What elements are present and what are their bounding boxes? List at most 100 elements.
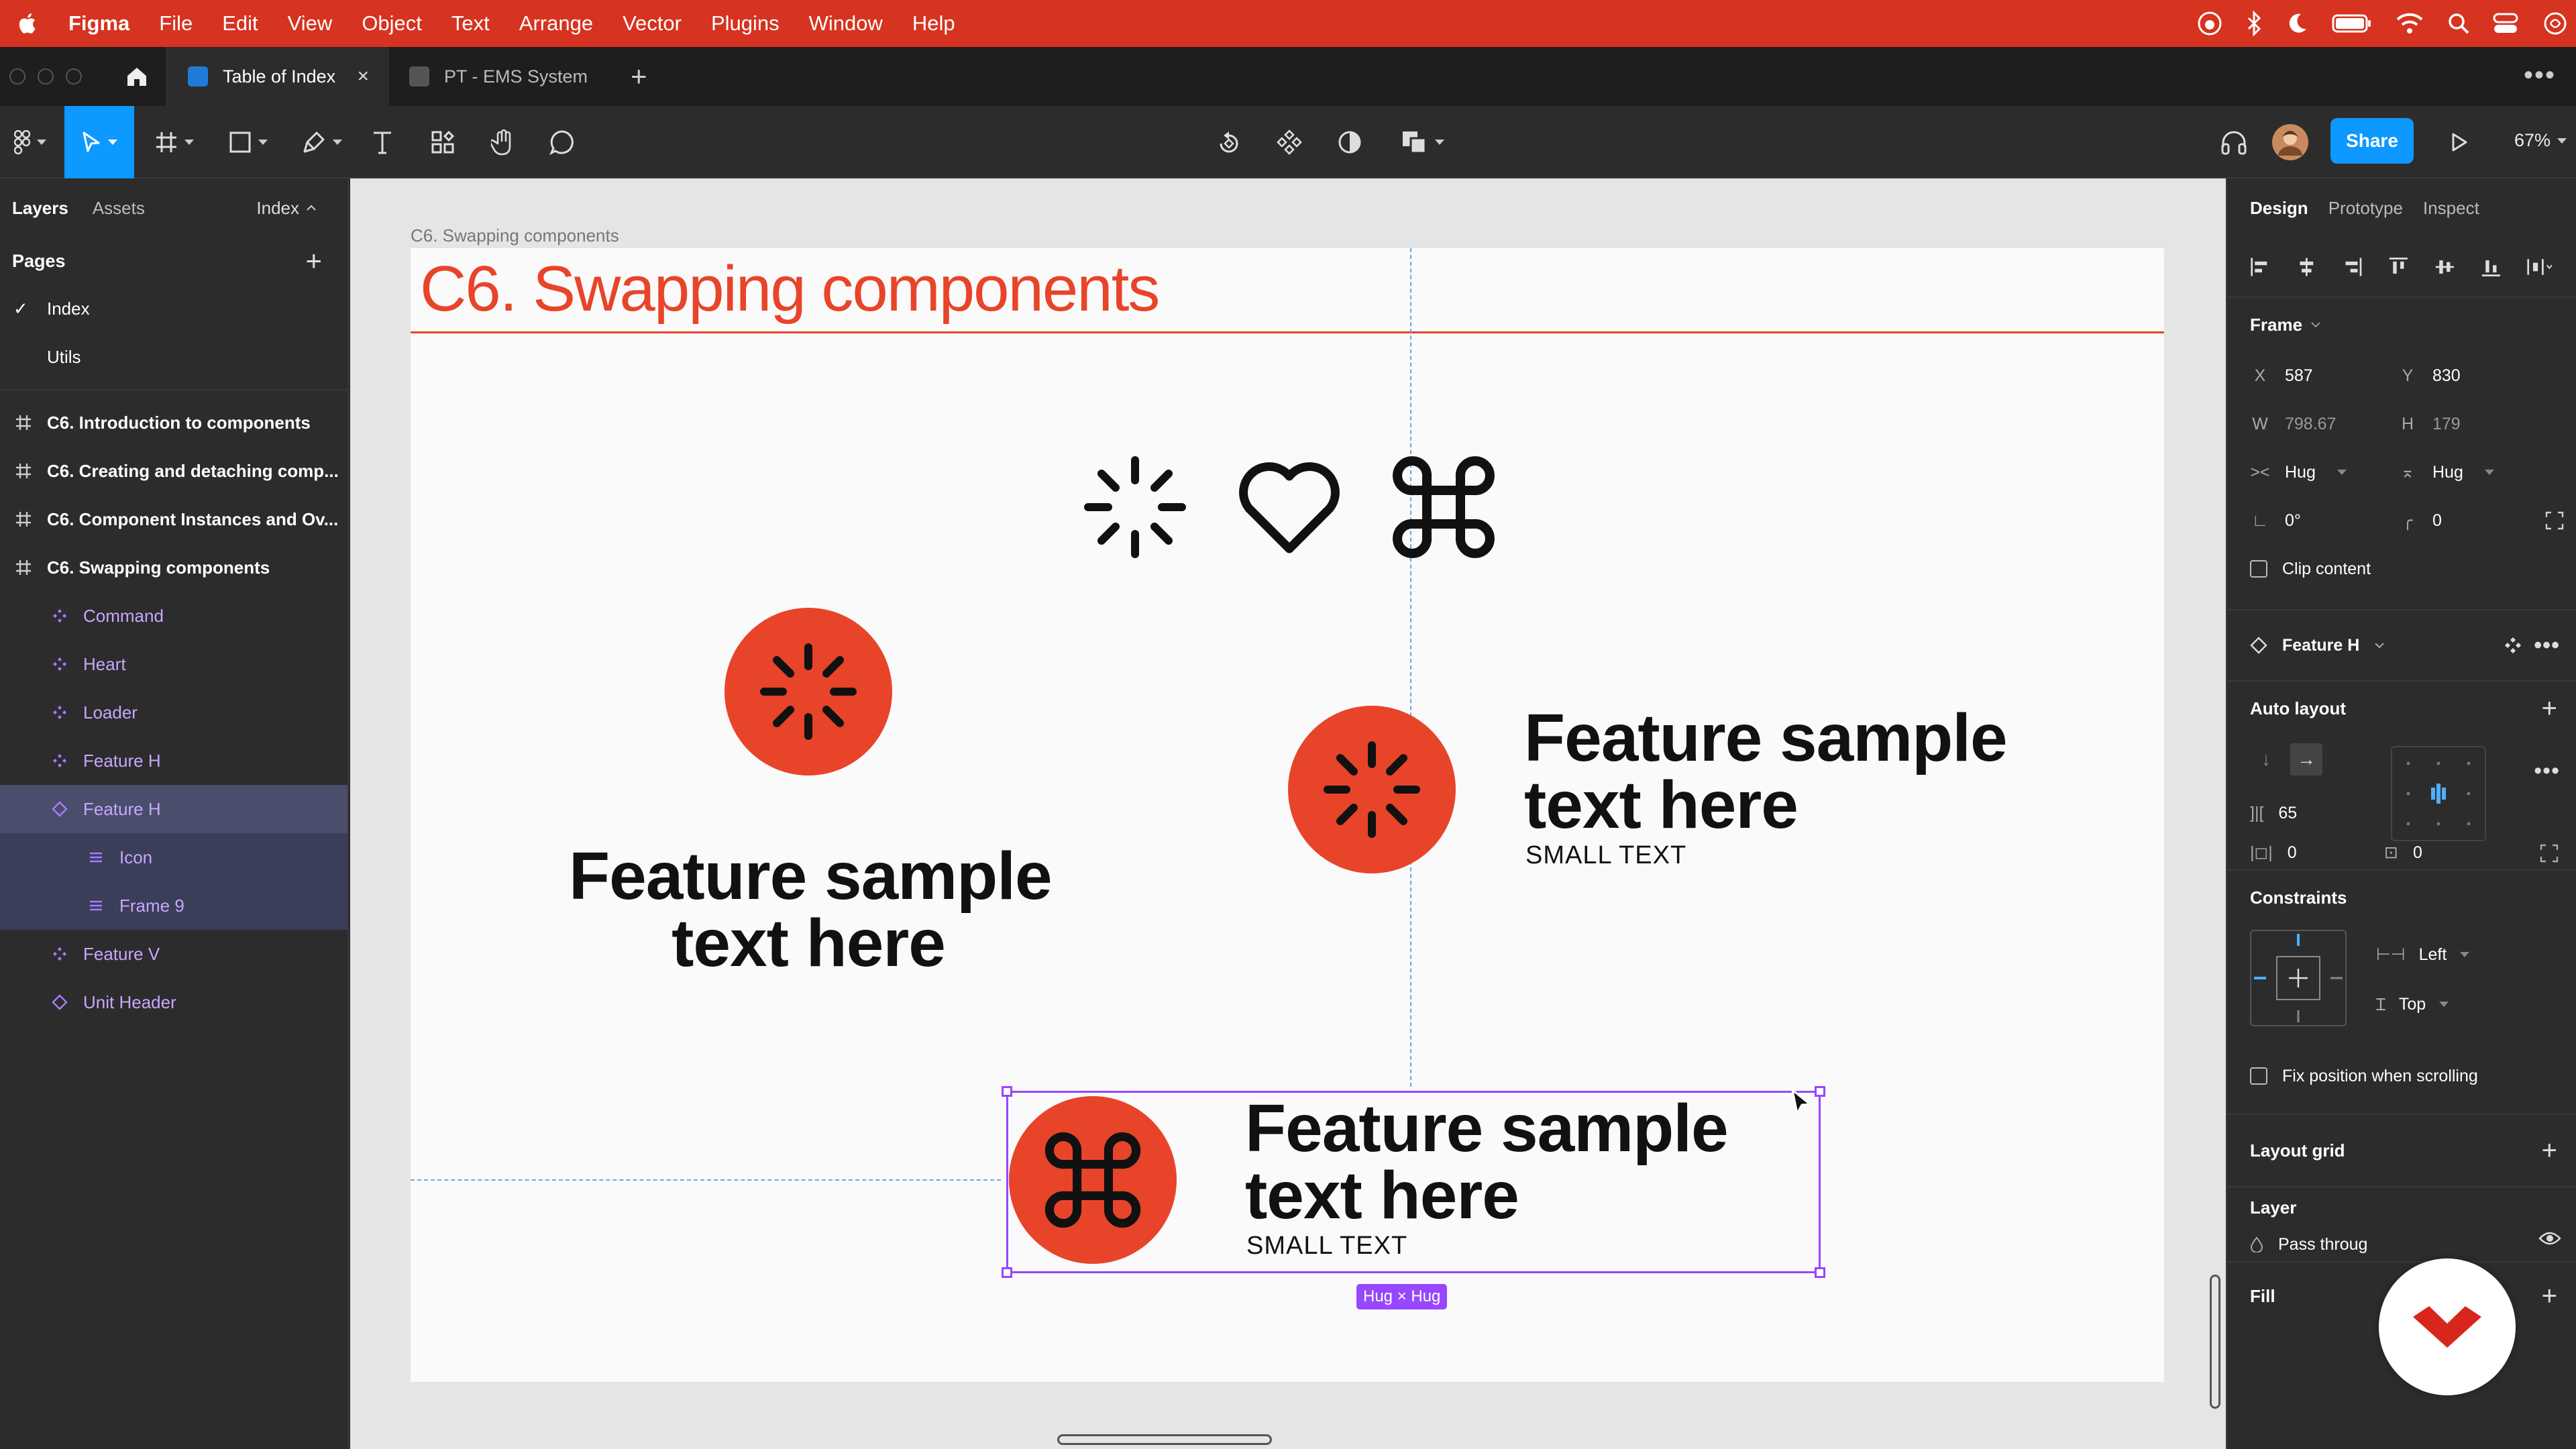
zoom-window-button[interactable] bbox=[66, 68, 82, 85]
visibility-eye-icon[interactable] bbox=[2538, 1230, 2561, 1246]
width-field[interactable]: W 798.67 bbox=[2250, 400, 2398, 448]
add-layout-grid-button[interactable]: + bbox=[2542, 1136, 2557, 1166]
layer-component-feature-h[interactable]: Feature H bbox=[0, 737, 347, 785]
menu-plugins[interactable]: Plugins bbox=[696, 11, 794, 36]
audio-chat-button[interactable] bbox=[2214, 106, 2254, 178]
layer-component-loader[interactable]: Loader bbox=[0, 688, 347, 737]
zoom-dropdown[interactable]: 67% bbox=[2514, 130, 2567, 151]
layer-child-frame-9[interactable]: Frame 9 bbox=[0, 881, 347, 930]
layer-component-feature-v[interactable]: Feature V bbox=[0, 930, 347, 978]
feature-v-title[interactable]: Feature sample text here bbox=[569, 843, 1053, 977]
layer-frame-instances[interactable]: C6. Component Instances and Ov... bbox=[0, 495, 347, 543]
alignment-grid[interactable] bbox=[2391, 746, 2486, 841]
blend-mode-dropdown[interactable]: Pass throug bbox=[2227, 1228, 2576, 1261]
pen-tool-button[interactable] bbox=[288, 106, 356, 178]
creative-cloud-icon[interactable] bbox=[2196, 10, 2223, 37]
feature-h-title[interactable]: Feature sample text here bbox=[1524, 704, 2008, 839]
create-component-button[interactable] bbox=[1269, 106, 1309, 178]
wifi-icon[interactable] bbox=[2395, 11, 2424, 36]
apple-icon[interactable] bbox=[0, 0, 54, 47]
spotlight-search-icon[interactable] bbox=[2447, 12, 2470, 35]
layer-component-command[interactable]: Command bbox=[0, 592, 347, 640]
layer-instance-unit-header[interactable]: Unit Header bbox=[0, 978, 347, 1026]
selection-box[interactable] bbox=[1002, 1086, 1825, 1278]
tab-layers[interactable]: Layers bbox=[12, 198, 68, 219]
reset-instance-button[interactable] bbox=[1209, 106, 1249, 178]
tab-pt-ems-system[interactable]: PT - EMS System bbox=[389, 47, 610, 106]
text-tool-button[interactable] bbox=[362, 106, 402, 178]
go-to-main-component-icon[interactable] bbox=[2504, 636, 2522, 655]
resize-handle-bl[interactable] bbox=[1002, 1267, 1012, 1278]
tab-table-of-index[interactable]: Table of Index × bbox=[168, 47, 389, 106]
home-button[interactable] bbox=[107, 47, 168, 106]
boolean-groups-button[interactable] bbox=[1393, 106, 1453, 178]
layer-instance-feature-h-selected[interactable]: Feature H bbox=[0, 785, 347, 833]
vertical-resizing-dropdown[interactable]: ⌅ Hug bbox=[2398, 448, 2545, 496]
minimize-window-button[interactable] bbox=[38, 68, 54, 85]
add-page-button[interactable]: + bbox=[305, 245, 322, 277]
instance-more-icon[interactable]: ••• bbox=[2534, 633, 2560, 659]
frame-tool-button[interactable] bbox=[141, 106, 208, 178]
resources-tool-button[interactable] bbox=[423, 106, 463, 178]
dark-mode-icon[interactable] bbox=[2285, 11, 2309, 36]
resizing-toggle-icon[interactable] bbox=[2540, 844, 2559, 863]
layer-frame-creating[interactable]: C6. Creating and detaching comp... bbox=[0, 447, 347, 495]
vertical-scrollbar[interactable] bbox=[2210, 1275, 2220, 1409]
bluetooth-icon[interactable] bbox=[2246, 10, 2262, 37]
frame-section-header[interactable]: Frame bbox=[2227, 298, 2576, 352]
mask-button[interactable] bbox=[1330, 106, 1370, 178]
clip-content-row[interactable]: Clip content bbox=[2227, 545, 2576, 593]
horizontal-direction-button[interactable]: → bbox=[2290, 743, 2322, 775]
layer-frame-intro[interactable]: C6. Introduction to components bbox=[0, 398, 347, 447]
corner-radius-field[interactable]: ╭ 0 bbox=[2398, 496, 2545, 545]
shape-tool-button[interactable] bbox=[215, 106, 282, 178]
menu-arrange[interactable]: Arrange bbox=[504, 11, 608, 36]
menu-vector[interactable]: Vector bbox=[608, 11, 696, 36]
artboard-title[interactable]: C6. Swapping components bbox=[420, 252, 1160, 326]
layer-component-heart[interactable]: Heart bbox=[0, 640, 347, 688]
rotation-field[interactable]: ∟ 0° bbox=[2250, 496, 2398, 545]
menu-help[interactable]: Help bbox=[898, 11, 970, 36]
feature-v-icon-circle[interactable] bbox=[724, 608, 892, 775]
distribute-icon[interactable] bbox=[2526, 256, 2553, 278]
page-dropdown[interactable]: Index bbox=[256, 198, 317, 219]
tab-assets[interactable]: Assets bbox=[93, 198, 145, 219]
page-item-utils[interactable]: Utils bbox=[0, 333, 347, 381]
siri-icon[interactable] bbox=[2542, 11, 2568, 36]
fix-position-checkbox[interactable] bbox=[2250, 1067, 2267, 1085]
heart-icon[interactable] bbox=[1236, 456, 1343, 557]
menu-view[interactable]: View bbox=[273, 11, 347, 36]
menu-window[interactable]: Window bbox=[794, 11, 898, 36]
design-canvas[interactable]: C6. Swapping components C6. Swapping com… bbox=[350, 178, 2226, 1449]
instance-swap-row[interactable]: Feature H ••• bbox=[2227, 610, 2576, 682]
item-spacing-field[interactable]: ]|[ 65 bbox=[2250, 793, 2297, 833]
comment-tool-button[interactable] bbox=[542, 106, 582, 178]
vertical-direction-button[interactable]: ↓ bbox=[2250, 743, 2282, 775]
loader-icon[interactable] bbox=[1081, 453, 1189, 561]
constraints-widget[interactable] bbox=[2250, 930, 2347, 1026]
clip-content-checkbox[interactable] bbox=[2250, 560, 2267, 578]
artboard-swapping-components[interactable]: C6. Swapping components Feature sample t… bbox=[411, 248, 2164, 1382]
y-position-field[interactable]: Y 830 bbox=[2398, 352, 2545, 400]
feature-h-small-text[interactable]: SMALL TEXT bbox=[1525, 841, 1686, 870]
control-center-icon[interactable] bbox=[2493, 11, 2520, 36]
auto-layout-more-icon[interactable]: ••• bbox=[2534, 758, 2560, 784]
battery-icon[interactable] bbox=[2332, 13, 2372, 34]
page-item-index[interactable]: ✓ Index bbox=[0, 284, 347, 333]
move-tool-button[interactable] bbox=[64, 106, 134, 178]
layer-frame-swapping[interactable]: C6. Swapping components bbox=[0, 543, 347, 592]
menu-object[interactable]: Object bbox=[347, 11, 437, 36]
tab-design[interactable]: Design bbox=[2250, 198, 2308, 219]
menu-edit[interactable]: Edit bbox=[207, 11, 272, 36]
more-options-icon[interactable]: ••• bbox=[2524, 60, 2556, 91]
horizontal-padding-field[interactable]: |◻| 0 bbox=[2250, 836, 2297, 869]
independent-corners-button[interactable] bbox=[2545, 496, 2572, 545]
new-tab-button[interactable]: + bbox=[610, 60, 667, 93]
align-bottom-icon[interactable] bbox=[2481, 256, 2502, 278]
vertical-constraint-dropdown[interactable]: Ɪ Top bbox=[2376, 993, 2449, 1016]
align-horizontal-center-icon[interactable] bbox=[2296, 256, 2317, 278]
close-window-button[interactable] bbox=[9, 68, 25, 85]
height-field[interactable]: H 179 bbox=[2398, 400, 2545, 448]
align-vertical-center-icon[interactable] bbox=[2434, 256, 2455, 278]
menu-text[interactable]: Text bbox=[437, 11, 504, 36]
